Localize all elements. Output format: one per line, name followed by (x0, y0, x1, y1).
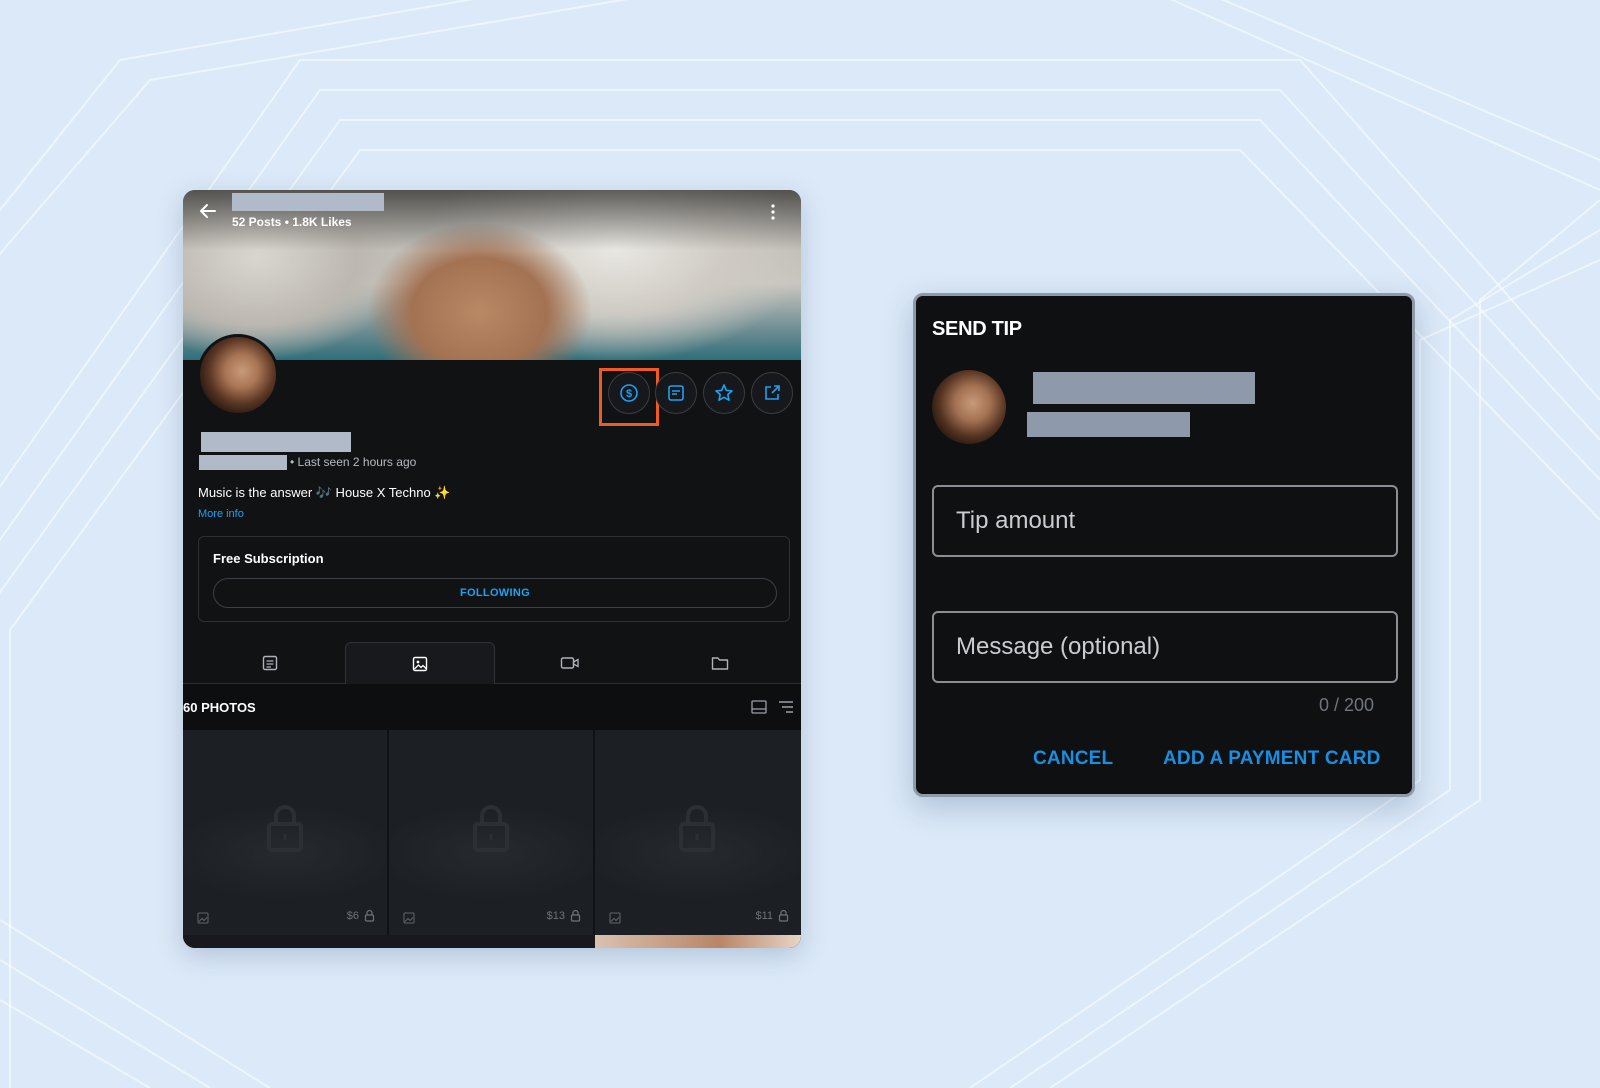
tile-price: $13 (546, 910, 565, 922)
handle-redacted (199, 455, 287, 470)
photos-count-title: 60 PHOTOS (183, 700, 256, 715)
tab-posts[interactable] (195, 642, 345, 684)
share-button[interactable] (751, 372, 793, 414)
profile-bio: Music is the answer 🎶 House X Techno ✨ (198, 485, 451, 500)
dialog-title: SEND TIP (932, 318, 1022, 340)
next-row-peek (183, 935, 801, 948)
image-type-icon (403, 912, 415, 924)
recipient-name-redacted (1033, 372, 1255, 404)
small-lock-icon (778, 909, 789, 922)
unlocked-photo-peek (595, 935, 801, 948)
lock-icon (679, 805, 715, 852)
sort-icon[interactable] (778, 700, 794, 714)
tab-collections[interactable] (645, 642, 795, 684)
folder-icon (711, 657, 729, 670)
more-info-link[interactable]: More info (198, 508, 244, 520)
cancel-button[interactable]: CANCEL (1033, 748, 1113, 770)
back-arrow-icon[interactable] (195, 198, 221, 224)
recipient-avatar (932, 370, 1006, 444)
video-icon (560, 657, 579, 669)
small-lock-icon (364, 909, 375, 922)
share-icon (765, 385, 780, 400)
message-char-counter: 0 / 200 (1319, 695, 1375, 715)
username-redacted (201, 432, 351, 452)
lock-icon (267, 805, 303, 852)
content-tabs (183, 642, 801, 684)
tile-price: $11 (755, 910, 773, 922)
profile-stats: 52 Posts • 1.8K Likes (232, 215, 352, 229)
tab-videos[interactable] (495, 642, 645, 684)
locked-photo-tile[interactable]: $6 (183, 730, 387, 935)
subscription-title: Free Subscription (213, 551, 324, 566)
tip-button-highlight (599, 368, 659, 426)
tip-amount-input[interactable] (932, 485, 1398, 557)
profile-panel: 52 Posts • 1.8K Likes $ • Last seen 2 ho… (183, 190, 801, 948)
send-tip-dialog: SEND TIP 0 / 200 CANCEL ADD A PAYMENT CA… (913, 293, 1415, 797)
image-type-icon (609, 912, 621, 924)
photo-icon (412, 656, 428, 671)
locked-photo-tile[interactable]: $11 (595, 730, 801, 935)
star-icon (715, 384, 733, 401)
tab-photos[interactable] (345, 642, 495, 684)
last-seen-text: • Last seen 2 hours ago (290, 455, 417, 469)
add-payment-card-button[interactable]: ADD A PAYMENT CARD (1163, 748, 1381, 770)
locked-photo-tile[interactable]: $13 (389, 730, 593, 935)
profile-name-redacted (232, 193, 384, 211)
favorite-button[interactable] (703, 372, 745, 414)
photos-header: 60 PHOTOS (183, 684, 801, 730)
avatar[interactable] (197, 334, 279, 416)
posts-icon (262, 655, 278, 671)
lock-icon (473, 805, 509, 852)
image-type-icon (197, 912, 209, 924)
message-icon (668, 385, 684, 401)
grid-layout-icon[interactable] (751, 700, 767, 714)
subscription-box: Free Subscription FOLLOWING (198, 536, 790, 622)
tile-price: $6 (346, 910, 359, 922)
following-button[interactable]: FOLLOWING (213, 578, 777, 608)
message-input[interactable] (932, 611, 1398, 683)
more-options-icon[interactable] (769, 202, 777, 222)
message-button[interactable] (655, 372, 697, 414)
recipient-handle-redacted (1027, 412, 1190, 437)
small-lock-icon (570, 909, 581, 922)
